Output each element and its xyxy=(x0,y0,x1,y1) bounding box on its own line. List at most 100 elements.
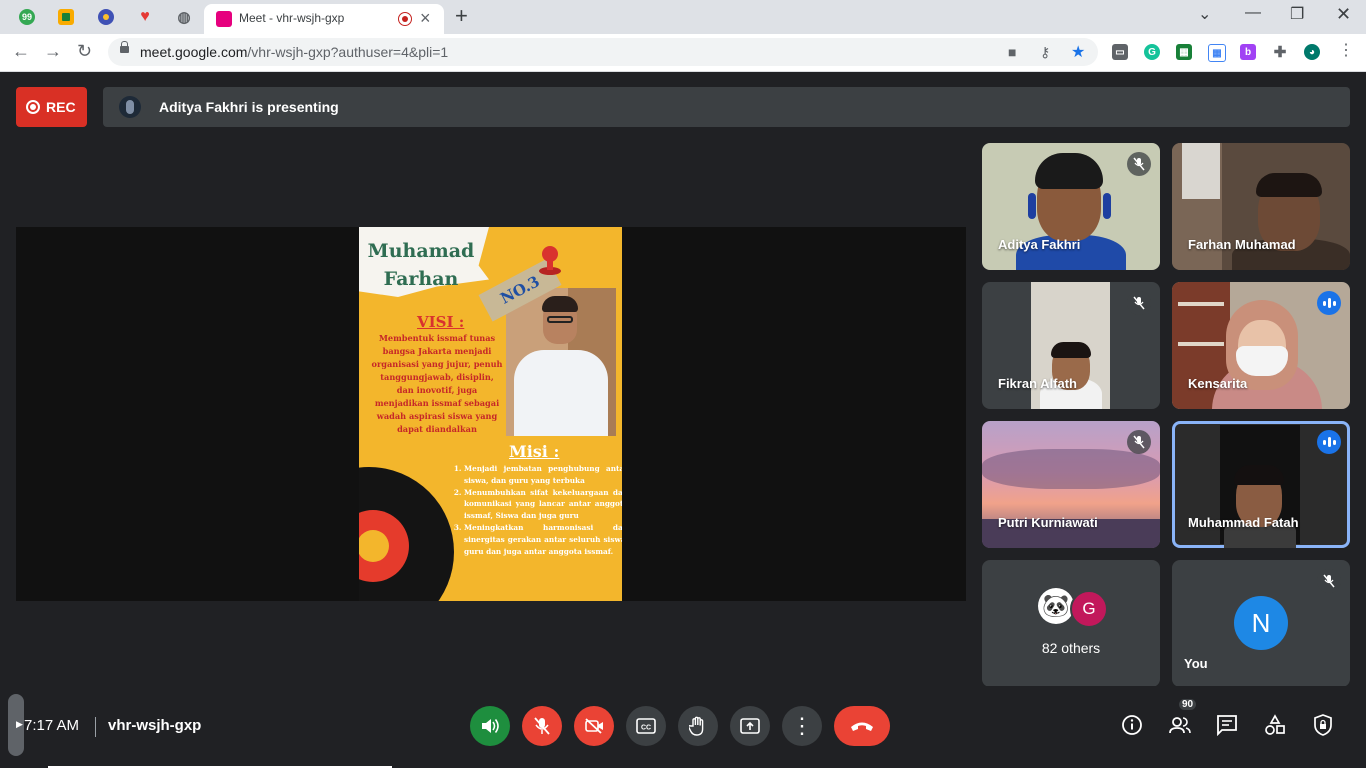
video-cloth xyxy=(1182,143,1220,199)
reload-icon[interactable]: ↻ xyxy=(77,41,92,61)
chat-button[interactable] xyxy=(1216,714,1238,742)
meeting-code: vhr-wsjh-gxp xyxy=(108,717,202,734)
tab-search-chevron-icon[interactable]: ⌄ xyxy=(1198,4,1211,24)
pushpin-head xyxy=(542,246,558,262)
mic-off-icon xyxy=(1127,291,1151,315)
tab-close-icon[interactable]: × xyxy=(420,8,431,28)
extension-grid-icon[interactable]: ▦ xyxy=(1208,44,1226,62)
participant-tile-you[interactable]: N You xyxy=(1172,560,1350,687)
host-controls-button[interactable] xyxy=(1313,714,1333,742)
poster-name-line1: Muhamad xyxy=(367,240,475,262)
people-button[interactable] xyxy=(1168,714,1192,742)
chat-icon xyxy=(1217,715,1237,737)
participant-tile-muhammad-fatah[interactable]: Muhammad Fatah xyxy=(1172,421,1350,548)
pinned-tab-2[interactable] xyxy=(47,5,85,29)
present-icon xyxy=(740,718,760,734)
url-text: meet.google.com/vhr-wsjh-gxp?authuser=4&… xyxy=(140,44,448,60)
minimize-icon[interactable]: — xyxy=(1245,4,1261,22)
mic-off-icon xyxy=(1127,152,1151,176)
microphone-toggle-button[interactable] xyxy=(522,706,562,746)
new-tab-icon[interactable]: + xyxy=(455,5,468,27)
lock-icon[interactable] xyxy=(120,41,129,53)
expand-arrow-icon[interactable]: ▶ xyxy=(16,719,23,730)
participant-tile-farhan-muhamad[interactable]: Farhan Muhamad xyxy=(1172,143,1350,270)
extension-grammarly-icon[interactable]: G xyxy=(1144,44,1160,60)
extensions-puzzle-icon[interactable]: ✚ xyxy=(1272,44,1288,61)
volume-button[interactable] xyxy=(470,706,510,746)
participant-tile-others[interactable]: 🐼 G 82 others xyxy=(982,560,1160,687)
restore-icon[interactable]: ❐ xyxy=(1290,4,1304,24)
record-icon xyxy=(26,100,40,114)
shelf-line xyxy=(1178,342,1224,346)
participant-tile-aditya-fakhri[interactable]: Aditya Fakhri xyxy=(982,143,1160,270)
divider xyxy=(95,717,96,737)
forward-icon[interactable]: → xyxy=(44,41,62,61)
video-hair xyxy=(1256,173,1322,197)
presentation-stage[interactable]: Muhamad Farhan NO.3 VISI : Membentuk iss… xyxy=(16,227,966,601)
rec-label: REC xyxy=(46,99,76,115)
misi-item: Menjadi jembatan penghubung antar siswa,… xyxy=(464,463,622,487)
face-mask xyxy=(1236,346,1288,376)
meeting-time: 7:17 AM xyxy=(24,717,80,734)
chrome-menu-icon[interactable]: ⋮ xyxy=(1338,41,1354,61)
leave-call-button[interactable] xyxy=(834,706,890,746)
pinned-tab-99-icon: 99 xyxy=(19,9,35,25)
tab-meet[interactable]: Meet - vhr-wsjh-gxp × xyxy=(204,4,444,34)
presenting-banner: Aditya Fakhri is presenting xyxy=(103,87,1350,127)
pinned-tab-5[interactable]: ◍ xyxy=(165,5,203,29)
pinned-tab-heart-icon: ♥ xyxy=(140,8,150,25)
recording-indicator[interactable]: REC xyxy=(16,87,87,127)
participant-name: Muhammad Fatah xyxy=(1188,515,1299,530)
pinned-tab-school-icon xyxy=(98,9,114,25)
meeting-details-button[interactable] xyxy=(1121,714,1143,742)
present-screen-button[interactable] xyxy=(730,706,770,746)
mic-off-icon xyxy=(1127,430,1151,454)
people-count-badge: 90 xyxy=(1179,699,1197,710)
volume-icon xyxy=(482,719,499,733)
misi-list: Menjadi jembatan penghubung antar siswa,… xyxy=(452,463,622,557)
mic-off-icon xyxy=(534,717,550,735)
more-options-button[interactable]: ⋮ xyxy=(782,706,822,746)
presenter-avatar xyxy=(119,96,141,118)
candidate-photo xyxy=(506,288,616,436)
key-icon[interactable]: ⚷ xyxy=(1040,44,1050,61)
activities-button[interactable] xyxy=(1264,714,1286,742)
extension-b-icon[interactable]: b xyxy=(1240,44,1256,60)
svg-text:CC: CC xyxy=(641,725,651,732)
extension-sheets-icon[interactable]: ▦ xyxy=(1176,44,1192,60)
pinned-tab-1[interactable]: 99 xyxy=(8,5,46,29)
others-avatar: G xyxy=(1070,590,1108,628)
visi-title: VISI : xyxy=(417,313,465,331)
camera-permission-icon[interactable]: ■ xyxy=(1008,44,1016,60)
url-path: /vhr-wsjh-gxp?authuser=4&pli=1 xyxy=(247,44,449,60)
participant-tile-putri-kurniawati[interactable]: Putri Kurniawati xyxy=(982,421,1160,548)
pinned-tab-3[interactable] xyxy=(87,5,125,29)
back-icon[interactable]: ← xyxy=(12,41,30,61)
presenting-text: Aditya Fakhri is presenting xyxy=(159,99,339,115)
extension-chat-icon[interactable]: ▭ xyxy=(1112,44,1128,60)
participant-name: Aditya Fakhri xyxy=(998,237,1081,252)
captions-button[interactable]: CC xyxy=(626,706,666,746)
bookmark-star-icon[interactable]: ★ xyxy=(1071,42,1085,62)
you-label: You xyxy=(1184,656,1208,671)
participant-name: Putri Kurniawati xyxy=(998,515,1098,530)
headphone-right xyxy=(1103,193,1111,219)
participant-tile-fikran-alfath[interactable]: Fikran Alfath xyxy=(982,282,1160,409)
tab-recording-icon xyxy=(398,12,412,26)
misi-title: Misi : xyxy=(509,442,560,461)
visi-text: Membentuk issmaf tunas bangsa Jakarta me… xyxy=(371,333,503,434)
speaking-indicator-icon xyxy=(1317,430,1341,454)
video-hair xyxy=(1234,465,1284,485)
pinned-tab-4[interactable]: ♥ xyxy=(126,5,164,29)
window-close-icon[interactable]: ✕ xyxy=(1336,4,1351,25)
url-host: meet.google.com xyxy=(140,44,248,60)
participant-tile-kensarita[interactable]: Kensarita xyxy=(1172,282,1350,409)
raise-hand-button[interactable] xyxy=(678,706,718,746)
profile-avatar[interactable]: ◕ xyxy=(1304,44,1320,60)
address-bar[interactable]: meet.google.com/vhr-wsjh-gxp?authuser=4&… xyxy=(108,38,1098,66)
poster-name-line2: Farhan xyxy=(383,268,459,290)
closed-captions-icon: CC xyxy=(636,718,656,734)
activities-icon xyxy=(1265,714,1285,735)
poster-name: Muhamad Farhan xyxy=(366,237,476,293)
camera-toggle-button[interactable] xyxy=(574,706,614,746)
